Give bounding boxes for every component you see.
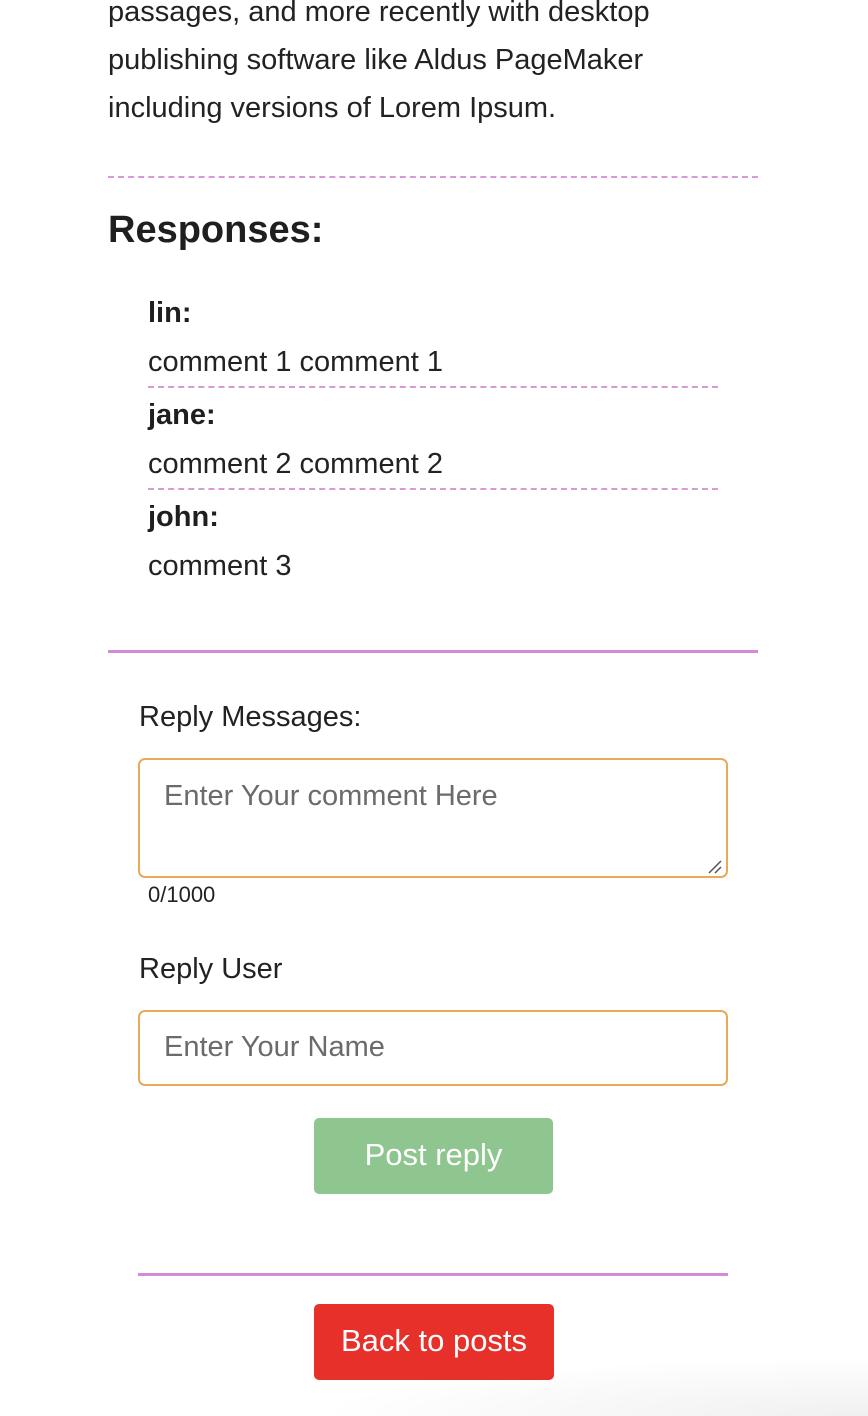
comment-item: lin: comment 1 comment 1 xyxy=(148,288,718,388)
comment-text: comment 3 xyxy=(148,550,292,582)
reply-message-textarea[interactable] xyxy=(138,758,728,878)
article-line: including versions of Lorem Ipsum. xyxy=(108,92,557,124)
post-reply-button[interactable]: Post reply xyxy=(314,1118,553,1194)
comment-list: lin: comment 1 comment 1 jane: comment 2… xyxy=(148,288,718,592)
responses-divider xyxy=(108,650,758,653)
resize-grip-icon[interactable] xyxy=(706,858,722,874)
char-counter: 0/1000 xyxy=(148,882,216,907)
reply-user-input[interactable] xyxy=(138,1010,728,1086)
article-line: passages, and more recently with desktop xyxy=(108,0,650,28)
article-divider xyxy=(108,176,758,178)
back-to-posts-button[interactable]: Back to posts xyxy=(314,1304,554,1380)
reply-message-label: Reply Messages: xyxy=(139,701,362,733)
reply-user-label: Reply User xyxy=(139,953,283,985)
comment-item: john: comment 3 xyxy=(148,492,718,590)
comment-author: lin: xyxy=(148,297,192,329)
comment-author: john: xyxy=(148,501,219,533)
article-line: publishing software like Aldus PageMaker xyxy=(108,44,644,76)
comment-item: jane: comment 2 comment 2 xyxy=(148,390,718,490)
comment-author: jane: xyxy=(148,399,216,431)
comment-text: comment 2 comment 2 xyxy=(148,448,443,480)
form-divider xyxy=(138,1273,728,1276)
article-body-tail: passages, and more recently with desktop… xyxy=(108,0,748,132)
post-detail-page: passages, and more recently with desktop… xyxy=(0,0,868,1416)
responses-heading: Responses: xyxy=(108,209,324,251)
comment-text: comment 1 comment 1 xyxy=(148,346,443,378)
